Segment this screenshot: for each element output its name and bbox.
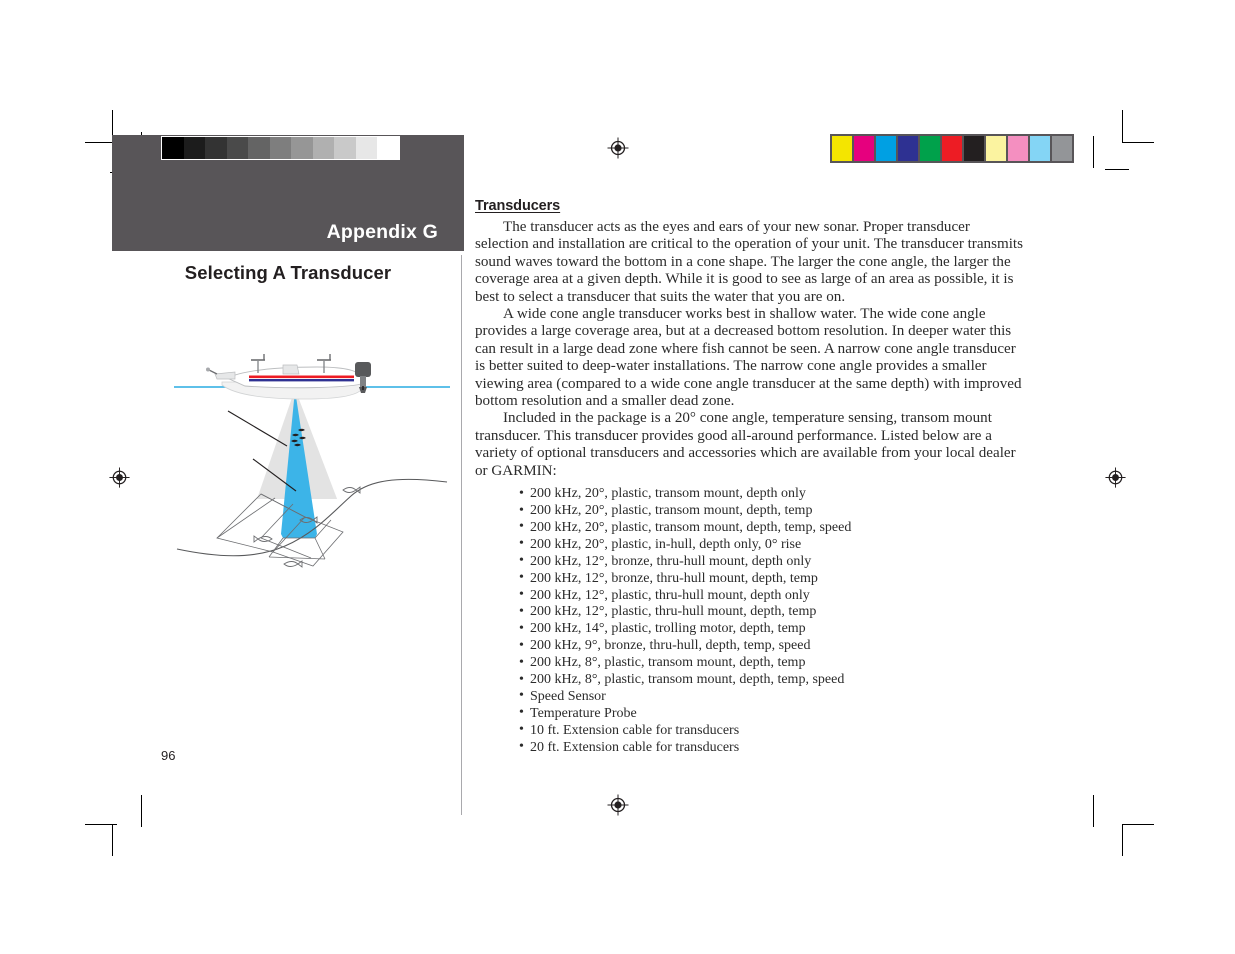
- fish-icon-bottom: [283, 560, 303, 568]
- list-item: 200 kHz, 12°, plastic, thru-hull mount, …: [519, 604, 1027, 621]
- list-item: 200 kHz, 8°, plastic, transom mount, dep…: [519, 655, 1027, 672]
- grayscale-swatch-6: [291, 137, 313, 159]
- registration-mark-bottom-center: [607, 794, 629, 816]
- list-item: 20 ft. Extension cable for transducers: [519, 739, 1027, 757]
- grayscale-swatch-8: [334, 137, 356, 159]
- color-calibration-strip: [830, 134, 1074, 163]
- color-swatch-2: [876, 136, 896, 161]
- crop-mark-top-right-inner-horizontal: [1105, 169, 1129, 170]
- crop-mark-top-right-horizontal: [1122, 142, 1154, 143]
- list-item: 200 kHz, 12°, plastic, thru-hull mount, …: [519, 587, 1027, 605]
- grayscale-swatch-1: [183, 137, 205, 159]
- boat-bow: [214, 371, 236, 380]
- appendix-label: Appendix G: [326, 221, 438, 243]
- list-item: 200 kHz, 12°, bronze, thru-hull mount, d…: [519, 570, 1027, 588]
- main-text-column: Transducers The transducer acts as the e…: [475, 198, 1027, 757]
- list-item: 200 kHz, 8°, plastic, transom mount, dep…: [519, 672, 1027, 689]
- crop-mark-bottom-left-vertical: [112, 824, 113, 856]
- boat-console: [282, 364, 300, 375]
- crop-mark-bottom-left-inner-vertical: [141, 795, 142, 827]
- color-swatch-0: [832, 136, 852, 161]
- color-swatch-3: [898, 136, 918, 161]
- sonar-cone-diagram: [174, 354, 450, 568]
- grayscale-calibration-strip: [161, 136, 400, 160]
- list-item: 200 kHz, 20°, plastic, transom mount, de…: [519, 519, 1027, 537]
- fish-icon-right-upper: [342, 486, 361, 494]
- color-swatch-4: [920, 136, 940, 161]
- crop-mark-bottom-right-horizontal: [1122, 824, 1154, 825]
- boat-illustration: [206, 354, 371, 400]
- column-divider-rule: [461, 255, 462, 815]
- list-item: Speed Sensor: [519, 688, 1027, 706]
- grayscale-swatch-10: [377, 137, 399, 159]
- list-item: Temperature Probe: [519, 705, 1027, 723]
- list-item: 200 kHz, 20°, plastic, transom mount, de…: [519, 486, 1027, 503]
- grayscale-swatch-4: [248, 137, 270, 159]
- color-swatch-5: [942, 136, 962, 161]
- color-swatch-9: [1030, 136, 1050, 161]
- crop-mark-bottom-right-vertical: [1122, 824, 1123, 856]
- color-swatch-6: [964, 136, 984, 161]
- page-number: 96: [161, 748, 176, 763]
- list-item: 200 kHz, 14°, plastic, trolling motor, d…: [519, 621, 1027, 638]
- list-item: 200 kHz, 20°, plastic, in-hull, depth on…: [519, 536, 1027, 554]
- boat-stripe-red: [249, 375, 354, 379]
- body-paragraph-1: The transducer acts as the eyes and ears…: [475, 219, 1023, 305]
- registration-mark-left-center: [109, 467, 130, 488]
- body-heading: Transducers: [475, 198, 561, 214]
- boat-stripe-blue: [249, 379, 354, 382]
- crop-mark-top-right-vertical: [1122, 110, 1123, 142]
- leader-line-wide-cone: [227, 410, 288, 447]
- crop-mark-top-right-inner-vertical: [1093, 136, 1094, 168]
- grayscale-swatch-7: [312, 137, 334, 159]
- registration-mark-top-center: [607, 137, 629, 159]
- grayscale-swatch-0: [162, 137, 184, 159]
- color-swatch-10: [1052, 136, 1072, 161]
- page-title: Selecting A Transducer: [184, 262, 392, 283]
- color-swatch-7: [986, 136, 1006, 161]
- crop-mark-bottom-right-inner-vertical: [1093, 795, 1094, 827]
- color-swatch-1: [854, 136, 874, 161]
- list-item: 200 kHz, 20°, plastic, transom mount, de…: [519, 503, 1027, 520]
- registration-mark-right-center: [1105, 467, 1126, 488]
- grayscale-swatch-5: [269, 137, 291, 159]
- trolling-motor-head: [206, 367, 210, 372]
- grayscale-swatch-3: [226, 137, 248, 159]
- list-item: 200 kHz, 9°, bronze, thru-hull, depth, t…: [519, 638, 1027, 655]
- grayscale-swatch-9: [355, 137, 377, 159]
- grayscale-swatch-2: [205, 137, 227, 159]
- color-swatch-8: [1008, 136, 1028, 161]
- transducer-options-list: 200 kHz, 20°, plastic, transom mount, de…: [475, 486, 1027, 757]
- list-item: 200 kHz, 12°, bronze, thru-hull mount, d…: [519, 553, 1027, 571]
- list-item: 10 ft. Extension cable for transducers: [519, 722, 1027, 740]
- body-paragraph-2: A wide cone angle transducer works best …: [475, 306, 1022, 410]
- trolling-motor-shaft: [208, 369, 218, 375]
- body-paragraph-3: Included in the package is a 20° cone an…: [475, 410, 1016, 479]
